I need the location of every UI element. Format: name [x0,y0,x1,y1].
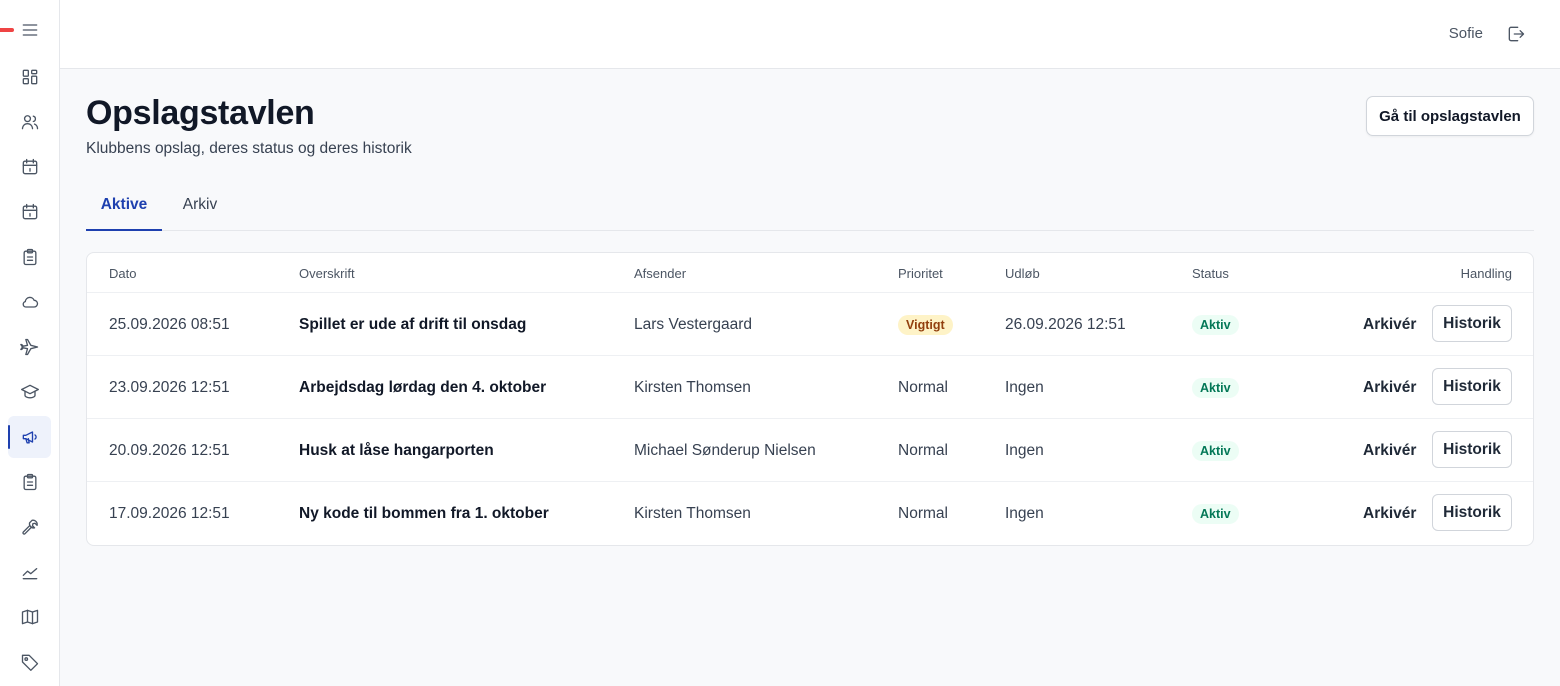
cell-expiry: 26.09.2026 12:51 [1005,315,1126,333]
cell-sender: Kirsten Thomsen [634,504,751,522]
page-subtitle: Klubbens opslag, deres status og deres h… [86,140,412,157]
chart-icon [22,568,37,580]
history-button[interactable]: Historik [1432,494,1512,531]
column-header-status: Status [1192,266,1229,281]
sidebar-item-checklist[interactable] [8,461,51,503]
tag-icon [21,654,38,671]
page-title: Opslagstavlen [86,94,315,132]
cell-date: 20.09.2026 12:51 [109,441,230,459]
history-button[interactable]: Historik [1432,431,1512,468]
cell-title: Spillet er ude af drift til onsdag [299,315,527,333]
bulletin-table: Dato Overskrift Afsender Prioritet Udløb… [86,252,1534,546]
table-row: 20.09.2026 12:51 Husk at låse hangarport… [87,419,1533,482]
column-header-priority: Prioritet [898,266,943,281]
cell-sender: Kirsten Thomsen [634,378,751,396]
users-icon [21,115,38,130]
cell-status: Aktiv [1192,482,1239,545]
history-button[interactable]: Historik [1432,368,1512,405]
cell-expiry: Ingen [1005,504,1044,522]
column-header-date: Dato [109,266,137,281]
tab-active[interactable]: Aktive [86,180,162,231]
cell-status: Aktiv [1192,293,1239,356]
status-badge: Aktiv [1192,503,1239,524]
sidebar-item-maintenance[interactable] [8,506,51,548]
column-header-action: Handling [1460,266,1512,281]
wrench-icon [21,519,38,535]
sidebar-item-calendar[interactable] [8,146,51,188]
logout-icon [1508,26,1525,42]
sidebar-item-map[interactable] [8,596,51,638]
plane-icon [19,338,38,356]
sidebar-item-training[interactable] [8,371,51,413]
cell-date: 17.09.2026 12:51 [109,504,230,522]
megaphone-icon [22,431,37,444]
cell-status: Aktiv [1192,356,1239,419]
cell-priority: Normal [898,504,948,522]
cell-priority: Normal [898,378,948,396]
cell-title: Husk at låse hangarporten [299,441,494,459]
sidebar-item-weather[interactable] [8,281,51,323]
sidebar-item-dashboard[interactable] [8,56,51,98]
cell-title: Arbejdsdag lørdag den 4. oktober [299,378,547,396]
calendar-alt-icon [22,203,37,220]
priority-badge: Vigtigt [898,314,953,335]
sidebar-item-members[interactable] [8,101,51,143]
cloud-icon [22,296,38,308]
sidebar-item-calendar-alt[interactable] [8,191,51,233]
calendar-icon [22,158,37,175]
archive-button[interactable]: Arkivér [1363,419,1416,482]
sidebar-item-flights[interactable] [8,326,51,368]
status-badge: Aktiv [1192,377,1239,398]
graduation-cap-icon [20,384,39,399]
menu-icon[interactable] [8,9,51,51]
cell-expiry: Ingen [1005,378,1044,396]
table-row: 25.09.2026 08:51 Spillet er ude af drift… [87,293,1533,356]
archive-button[interactable]: Arkivér [1363,293,1416,356]
table-header: Dato Overskrift Afsender Prioritet Udløb… [87,253,1533,293]
map-icon [21,609,38,625]
tab-bar: Aktive Arkiv [86,180,1534,231]
sidebar-item-bulletin-board[interactable] [8,416,51,458]
sidebar-item-statistics[interactable] [8,551,51,593]
cell-priority: Normal [898,441,948,459]
cell-title: Ny kode til bommen fra 1. oktober [299,504,549,522]
cell-priority: Vigtigt [898,293,953,356]
sidebar-item-tags[interactable] [8,641,51,683]
history-button[interactable]: Historik [1432,305,1512,342]
dashboard-icon [22,69,37,85]
clipboard-list-icon [23,473,36,491]
table-row: 17.09.2026 12:51 Ny kode til bommen fra … [87,482,1533,545]
cell-status: Aktiv [1192,419,1239,482]
user-name[interactable]: Sofie [1449,25,1483,42]
cell-sender: Michael Sønderup Nielsen [634,441,816,459]
archive-button[interactable]: Arkivér [1363,356,1416,419]
status-badge: Aktiv [1192,440,1239,461]
sidebar [0,0,60,686]
logout-button[interactable] [1506,24,1526,44]
status-badge: Aktiv [1192,314,1239,335]
clipboard-icon [23,248,36,266]
table-row: 23.09.2026 12:51 Arbejdsdag lørdag den 4… [87,356,1533,419]
tab-archive[interactable]: Arkiv [172,180,228,230]
go-to-bulletin-board-button[interactable]: Gå til opslagstavlen [1366,96,1534,136]
cell-sender: Lars Vestergaard [634,315,753,333]
column-header-sender: Afsender [634,266,687,281]
cell-date: 23.09.2026 12:51 [109,378,230,396]
top-bar: Sofie [60,0,1560,69]
column-header-title: Overskrift [299,266,355,281]
archive-button[interactable]: Arkivér [1363,482,1416,545]
sidebar-item-clipboard[interactable] [8,236,51,278]
cell-expiry: Ingen [1005,441,1044,459]
cell-date: 25.09.2026 08:51 [109,315,230,333]
column-header-expiry: Udløb [1005,266,1040,281]
